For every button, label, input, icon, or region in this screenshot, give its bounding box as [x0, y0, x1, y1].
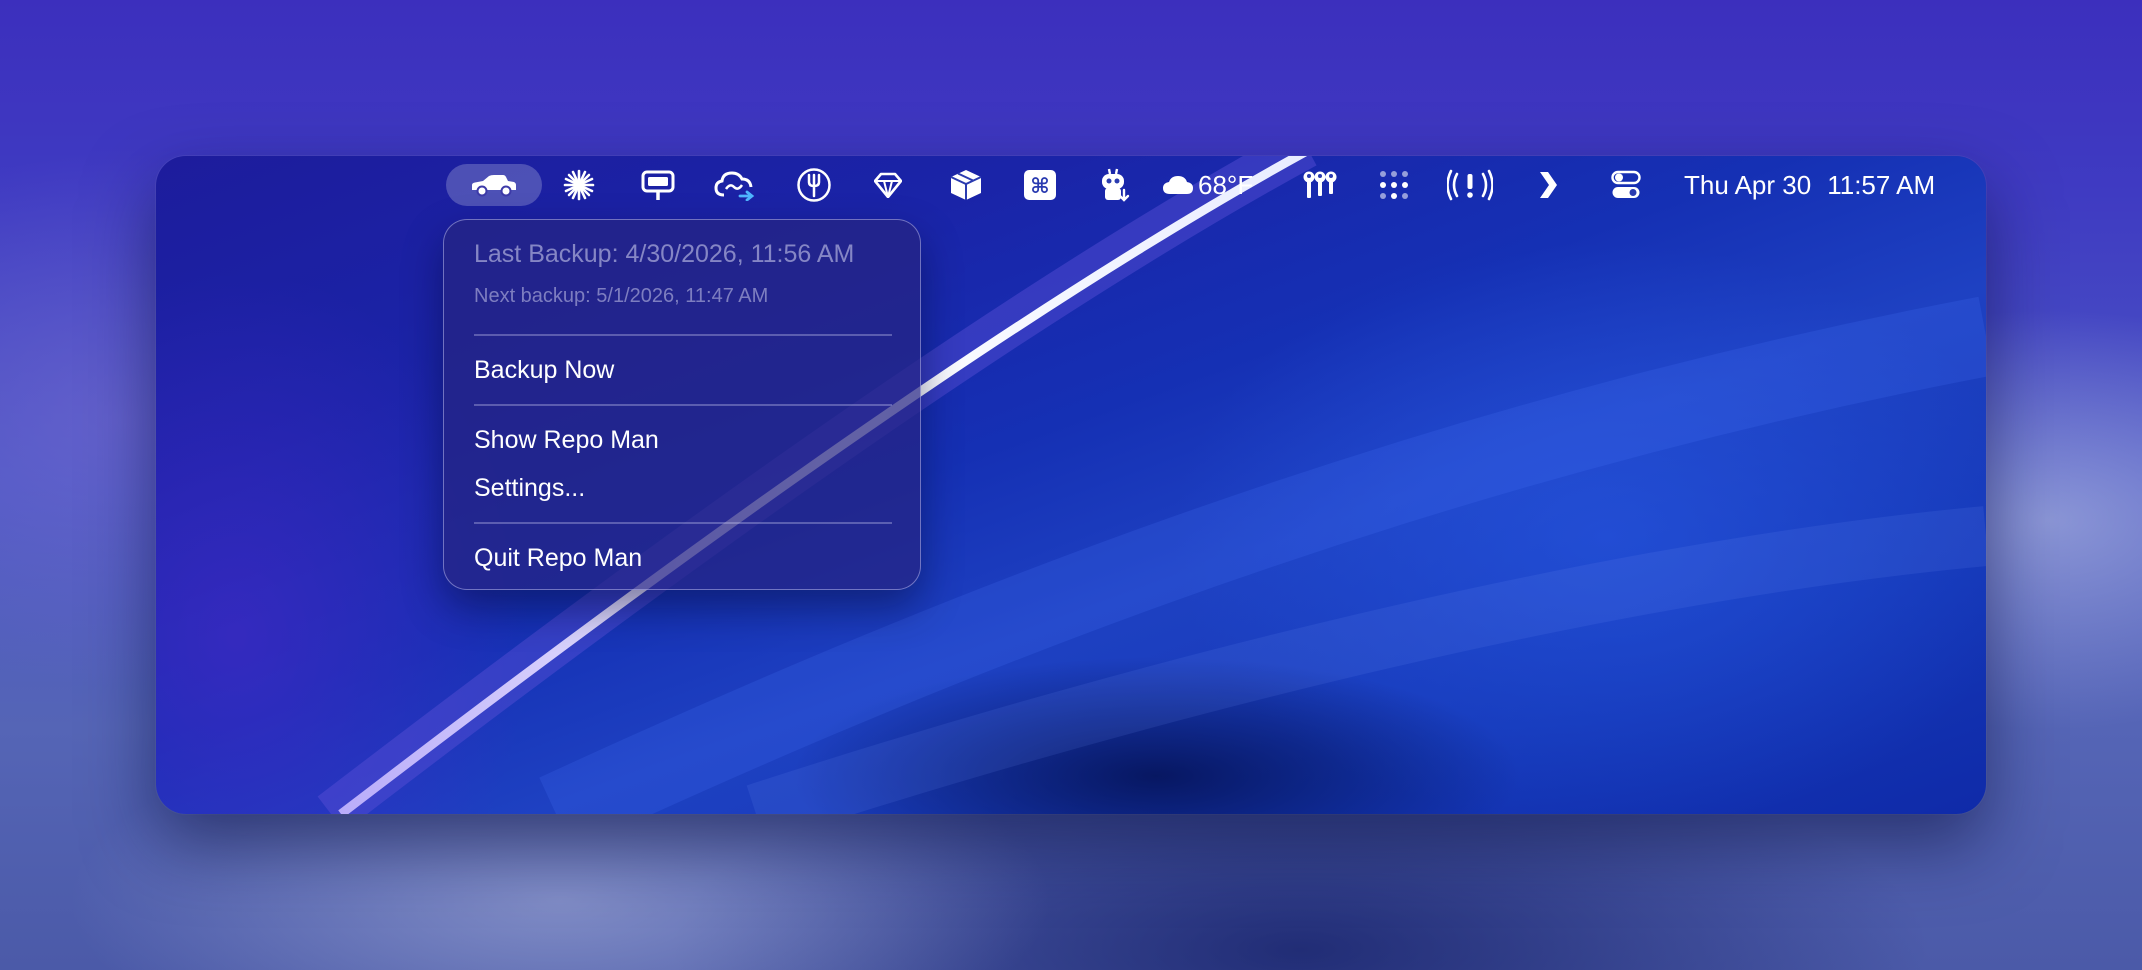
quit-repo-man-menu-item[interactable]: Quit Repo Man: [474, 544, 642, 573]
chevron-right-icon: [1540, 172, 1557, 198]
clock-status-item[interactable]: Thu Apr 30 11:57 AM: [1684, 164, 1964, 206]
cloud-sync-icon: [714, 171, 755, 201]
last-backup-label: Last Backup: 4/30/2026, 11:56 AM: [474, 240, 855, 268]
settings-menu-item[interactable]: Settings...: [474, 474, 585, 503]
robot-download-icon: [1102, 168, 1130, 202]
cloud-sync-status-item[interactable]: [712, 164, 760, 206]
keys-icon: [1303, 171, 1337, 198]
fork-icon: [797, 168, 831, 202]
backup-now-menu-item[interactable]: Backup Now: [474, 356, 614, 385]
chevron-status-item[interactable]: [1528, 164, 1568, 206]
dot-grid-icon: [1380, 171, 1408, 199]
command-key-icon: ⌘: [1024, 170, 1056, 200]
car-icon: [472, 175, 516, 197]
menu-separator: [474, 404, 892, 406]
weather-temperature: 68°F: [1198, 169, 1254, 200]
menu-bar: ⌘ 68°F Thu Apr 30 11:57 AM: [156, 156, 1986, 214]
keys-status-item[interactable]: [1298, 164, 1342, 206]
box-status-item[interactable]: [944, 164, 988, 206]
gem-status-item[interactable]: [866, 164, 910, 206]
control-center-icon: [1611, 170, 1641, 198]
dot-grid-status-item[interactable]: [1372, 164, 1416, 206]
gem-icon: [874, 172, 902, 198]
desktop-wallpaper: ⌘ 68°F Thu Apr 30 11:57 AM: [156, 156, 1986, 814]
wallpaper-streak: [317, 156, 1986, 814]
sparkle-burst-icon: [563, 169, 595, 201]
next-backup-label: Next backup: 5/1/2026, 11:47 AM: [474, 285, 769, 307]
menu-separator: [474, 522, 892, 524]
repo-man-status-item[interactable]: [446, 164, 542, 206]
menu-separator: [474, 334, 892, 336]
box-icon: [950, 170, 982, 200]
alert-status-item[interactable]: [1446, 164, 1494, 206]
sign-status-item[interactable]: [636, 164, 680, 206]
svg-text:⌘: ⌘: [1030, 174, 1049, 198]
alert-broadcast-icon: [1447, 169, 1493, 201]
weather-status-item[interactable]: 68°F: [1162, 164, 1272, 206]
show-repo-man-menu-item[interactable]: Show Repo Man: [474, 426, 659, 455]
repo-man-menu: Last Backup: 4/30/2026, 11:56 AM Next ba…: [443, 219, 921, 590]
fork-status-item[interactable]: [792, 164, 836, 206]
sign-board-icon: [641, 170, 675, 200]
robot-status-item[interactable]: [1092, 164, 1136, 206]
control-center-status-item[interactable]: [1604, 164, 1648, 206]
sparkle-status-item[interactable]: [557, 164, 601, 206]
cloud-icon: [1163, 176, 1193, 194]
menubar-time: 11:57 AM: [1827, 169, 1936, 200]
menubar-date: Thu Apr 30: [1684, 169, 1812, 200]
command-status-item[interactable]: ⌘: [1018, 164, 1062, 206]
